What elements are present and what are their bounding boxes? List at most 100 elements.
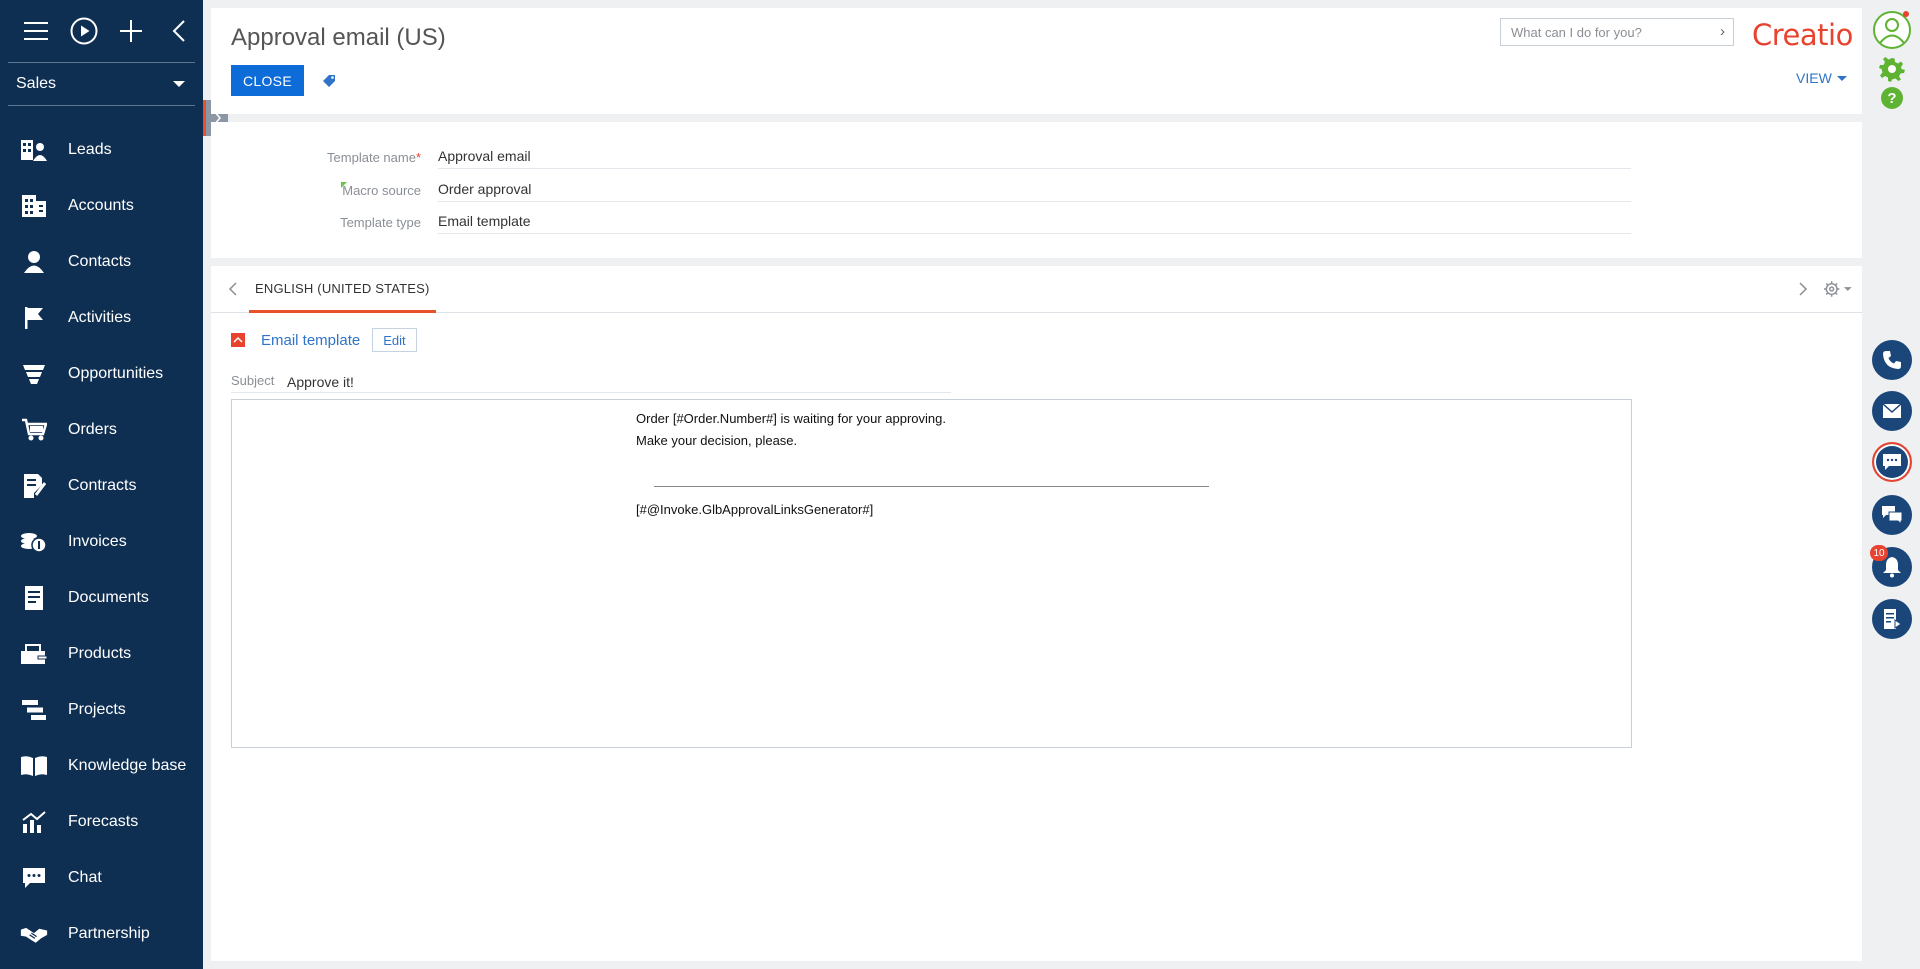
notification-count-badge: 10 bbox=[1870, 545, 1888, 561]
avatar-icon bbox=[1873, 11, 1911, 49]
template-fields: Template name* Approval email Macro sour… bbox=[211, 122, 1862, 258]
contacts-icon bbox=[20, 248, 48, 276]
edit-button[interactable]: Edit bbox=[372, 328, 417, 352]
sidebar-item-leads[interactable]: Leads bbox=[0, 122, 203, 178]
subject-input[interactable]: Approve it! bbox=[287, 374, 354, 390]
sidebar-toolbar bbox=[0, 0, 203, 62]
sidebar-item-label: Chat bbox=[68, 869, 102, 886]
sidebar-item-invoices[interactable]: Invoices bbox=[0, 514, 203, 570]
sidebar-item-label: Contracts bbox=[68, 477, 137, 494]
sidebar-item-opportunities[interactable]: Opportunities bbox=[0, 346, 203, 402]
chevron-down-icon bbox=[173, 81, 185, 87]
sidebar-item-label: Opportunities bbox=[68, 365, 164, 382]
collapse-sidebar-icon[interactable] bbox=[155, 11, 203, 51]
chevron-left-icon[interactable] bbox=[227, 282, 241, 296]
sidebar-item-activities[interactable]: Activities bbox=[0, 290, 203, 346]
search-input[interactable]: What can I do for you? › bbox=[1500, 18, 1734, 46]
sidebar-item-label: Activities bbox=[68, 309, 132, 326]
menu-icon[interactable] bbox=[12, 11, 60, 51]
chat-panel-button[interactable] bbox=[1872, 442, 1912, 482]
subject-field: Subject Approve it! bbox=[231, 369, 951, 393]
sidebar-item-label: Orders bbox=[68, 421, 117, 438]
view-menu-button[interactable]: VIEW bbox=[1796, 70, 1847, 86]
help-button[interactable]: ? bbox=[1880, 86, 1904, 110]
macro-source-field: Macro source Order approval bbox=[211, 177, 1631, 202]
invoices-icon bbox=[20, 528, 48, 556]
sidebar-item-label: Projects bbox=[68, 701, 126, 718]
workspace-select[interactable]: Sales bbox=[0, 63, 203, 105]
projects-icon bbox=[20, 696, 48, 724]
leads-icon bbox=[20, 136, 48, 164]
sidebar-item-contacts[interactable]: Contacts bbox=[0, 234, 203, 290]
sidebar-item-label: Products bbox=[68, 645, 132, 662]
view-label: VIEW bbox=[1796, 70, 1832, 86]
template-type-label: Template type bbox=[340, 215, 421, 230]
sidebar-item-projects[interactable]: Projects bbox=[0, 682, 203, 738]
bell-icon bbox=[1883, 557, 1901, 578]
tab-settings-menu[interactable] bbox=[1823, 278, 1853, 300]
feed-button[interactable] bbox=[1872, 495, 1912, 535]
sidebar-item-label: Partnership bbox=[68, 925, 150, 942]
user-profile-button[interactable] bbox=[1872, 10, 1912, 50]
email-body-macro: [#@Invoke.GlbApprovalLinksGenerator#] bbox=[636, 502, 874, 517]
gear-icon bbox=[1823, 281, 1840, 297]
template-name-input[interactable]: Approval email bbox=[438, 144, 1631, 169]
email-body-line: Make your decision, please. bbox=[636, 433, 798, 448]
subject-label: Subject bbox=[231, 373, 275, 388]
email-template-section-header: Email template Edit bbox=[231, 328, 417, 352]
sidebar-item-label: Accounts bbox=[68, 197, 134, 214]
accounts-icon bbox=[20, 192, 48, 220]
tag-icon[interactable] bbox=[318, 70, 340, 92]
sidebar-item-orders[interactable]: Orders bbox=[0, 402, 203, 458]
document-play-icon bbox=[1884, 609, 1902, 629]
sidebar-item-partnership[interactable]: Partnership bbox=[0, 906, 203, 962]
chat-icon bbox=[1883, 454, 1901, 470]
sidebar-item-label: Leads bbox=[68, 141, 112, 158]
gear-icon bbox=[1879, 57, 1905, 82]
creatio-logo: Creatio bbox=[1752, 18, 1853, 52]
workspace-label: Sales bbox=[16, 75, 57, 92]
products-icon bbox=[20, 640, 48, 668]
content-panel: ENGLISH (UNITED STATES) Email template E… bbox=[211, 266, 1862, 961]
search-placeholder: What can I do for you? bbox=[1511, 24, 1642, 40]
sidebar-item-label: Contacts bbox=[68, 253, 132, 270]
sidebar-item-accounts[interactable]: Accounts bbox=[0, 178, 203, 234]
forecasts-icon bbox=[20, 808, 48, 836]
email-body-preview[interactable]: Order [#Order.Number#] is waiting for yo… bbox=[231, 399, 1632, 748]
sidebar-item-knowledge-base[interactable]: Knowledge base bbox=[0, 738, 203, 794]
documents-icon bbox=[20, 584, 48, 612]
macro-source-input[interactable]: Order approval bbox=[438, 177, 1631, 202]
email-button[interactable] bbox=[1872, 391, 1912, 431]
sidebar-item-chat[interactable]: Chat bbox=[0, 850, 203, 906]
chevron-up-icon bbox=[233, 336, 243, 343]
chevron-right-icon[interactable]: › bbox=[1720, 23, 1725, 40]
sidebar-item-contracts[interactable]: Contracts bbox=[0, 458, 203, 514]
sidebar-item-documents[interactable]: Documents bbox=[0, 570, 203, 626]
sidebar-item-forecasts[interactable]: Forecasts bbox=[0, 794, 203, 850]
sidebar-item-label: Knowledge base bbox=[68, 757, 187, 774]
close-button[interactable]: CLOSE bbox=[231, 65, 304, 96]
chevron-down-icon bbox=[1836, 75, 1847, 81]
template-type-input[interactable]: Email template bbox=[438, 209, 1631, 234]
collapse-section-button[interactable] bbox=[231, 333, 245, 347]
process-log-button[interactable] bbox=[1872, 599, 1912, 639]
help-icon: ? bbox=[1881, 87, 1903, 109]
orders-icon bbox=[20, 416, 48, 444]
svg-text:?: ? bbox=[1887, 90, 1896, 107]
play-icon[interactable] bbox=[60, 11, 108, 51]
sidebar-item-products[interactable]: Products bbox=[0, 626, 203, 682]
chevron-right-icon[interactable] bbox=[1795, 282, 1809, 296]
add-icon[interactable] bbox=[108, 11, 156, 51]
phone-button[interactable] bbox=[1872, 340, 1912, 380]
system-settings-button[interactable] bbox=[1879, 56, 1905, 82]
sidebar-item-label: Forecasts bbox=[68, 813, 139, 830]
required-mark: * bbox=[415, 150, 421, 165]
section-title[interactable]: Email template bbox=[261, 332, 360, 349]
language-tabs: ENGLISH (UNITED STATES) bbox=[211, 266, 1862, 313]
page-title: Approval email (US) bbox=[231, 24, 446, 51]
sidebar-nav: Leads Accounts Contacts Activities Oppor… bbox=[0, 122, 203, 962]
partnership-icon bbox=[20, 920, 48, 948]
sidebar: Sales Leads Accounts Contacts Activities… bbox=[0, 0, 203, 969]
email-body-line: Order [#Order.Number#] is waiting for yo… bbox=[636, 411, 946, 426]
tab-english-united-states[interactable]: ENGLISH (UNITED STATES) bbox=[249, 266, 436, 313]
